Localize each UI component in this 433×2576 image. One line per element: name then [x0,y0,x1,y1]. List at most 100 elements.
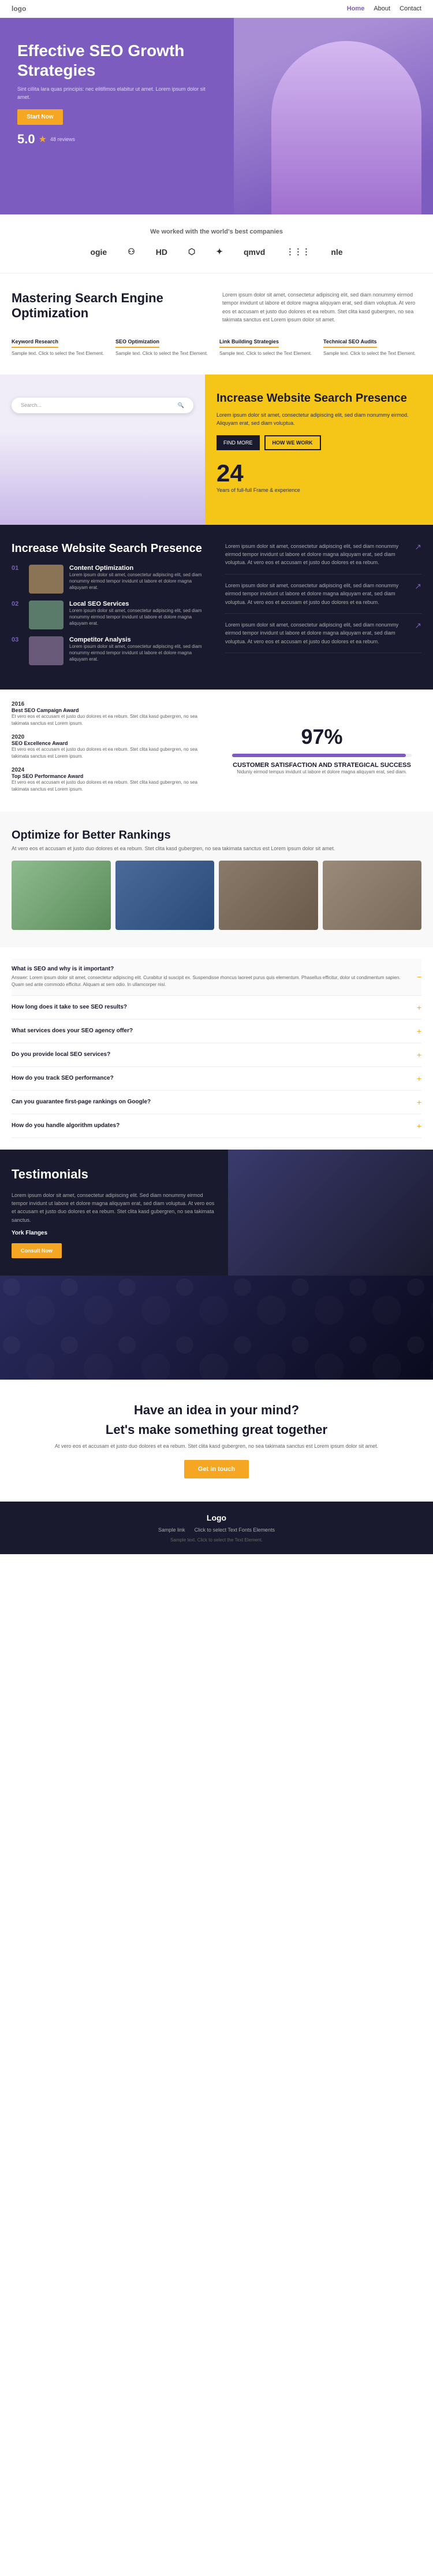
text-blocks: ↗ Lorem ipsum dolor sit amet, consectetu… [225,542,421,672]
hero-content: Effective SEO Growth Strategies Sint cil… [0,18,234,214]
optimize-gallery [12,861,421,930]
gallery-image-4 [323,861,422,930]
feature-desc: Sample text. Click to select the Text El… [219,350,318,357]
testimonials-bg-image [228,1150,433,1276]
increase-buttons: FIND MORE HOW WE WORK [216,435,421,450]
site-logo: logo [12,5,26,13]
faq-expand-icon-7: + [417,1121,421,1131]
testimonials-image [228,1150,433,1276]
cta-button[interactable]: Get in touch [184,1460,249,1478]
service-item-3: 03 Competitor Analysis Lorem ipsum dolor… [12,636,208,665]
service-num-1: 01 [12,565,23,572]
faq-item-5[interactable]: How do you track SEO performance? + [12,1067,421,1091]
faq-item-3[interactable]: What services does your SEO agency offer… [12,1020,421,1043]
satisfaction-bar [232,754,412,757]
satisfaction-label: CUSTOMER SATISFACTION AND STRATEGICAL SU… [233,762,411,769]
hero-section: Effective SEO Growth Strategies Sint cil… [0,18,433,214]
service-item-2: 02 Local SEO Services Lorem ipsum dolor … [12,601,208,629]
text-block-1: ↗ Lorem ipsum dolor sit amet, consectetu… [225,542,421,574]
partner-qmvd: qmvd [239,245,270,259]
faq-item-6[interactable]: Can you guarantee first-page rankings on… [12,1091,421,1114]
nav-home[interactable]: Home [347,5,365,12]
nav-about[interactable]: About [374,5,390,12]
partner-hd: HD [151,245,172,259]
partners-section: We worked with the world's best companie… [0,214,433,273]
feature-desc: Sample text. Click to select the Text El… [115,350,214,357]
site-footer: Logo Sample link Click to select Text Fo… [0,1502,433,1554]
text-block-content-2: Lorem ipsum dolor sit amet, consectetur … [225,581,421,606]
service-title-1: Content Optimization [69,565,208,572]
main-nav: Home About Contact [347,5,421,12]
how-we-work-button[interactable]: HOW WE WORK [264,435,321,450]
testimonial-text: Lorem ipsum dolor sit amet, consectetur … [12,1191,216,1225]
gallery-image-3 [219,861,318,930]
optimize-title: Optimize for Better Rankings [12,829,421,842]
satisfaction-stats: 97% CUSTOMER SATISFACTION AND STRATEGICA… [222,701,421,800]
service-desc-3: Lorem ipsum dolor sit amet, consectetur … [69,643,208,663]
faq-collapse-icon-1: − [417,972,421,981]
increase-yellow-content: Increase Website Search Presence Lorem i… [205,375,433,525]
faq-expand-icon-6: + [417,1098,421,1107]
mastering-section: Mastering Search Engine Optimization Lor… [0,273,433,375]
footer-copyright: Sample text. Click to select the Text El… [12,1537,421,1543]
feature-title: Keyword Research [12,339,58,348]
partner-ogie: ogie [85,245,111,259]
award-desc-3: Et vero eos et accusam et justo duo dolo… [12,779,211,793]
testimonials-title: Testimonials [12,1167,216,1182]
faq-question-7: How do you handle algorithm updates? [12,1122,120,1129]
service-image-2 [29,601,64,629]
mastering-title: Mastering Search Engine Optimization [12,291,211,321]
nav-contact[interactable]: Contact [400,5,421,12]
footer-link-1[interactable]: Sample link [158,1527,185,1533]
faq-item-1[interactable]: What is SEO and why is it important? Ans… [12,959,421,996]
award-2020: 2020 SEO Excellence Award Et vero eos et… [12,734,211,760]
arrow-icon-1: ↗ [415,542,421,552]
hero-person-silhouette [271,41,421,214]
service-desc-2: Lorem ipsum dolor sit amet, consectetur … [69,607,208,627]
faq-item-7[interactable]: How do you handle algorithm updates? + [12,1114,421,1138]
experience-label: Years of full-full Frame & experience [216,487,421,493]
hero-title: Effective SEO Growth Strategies [17,41,216,80]
service-image-3 [29,636,64,665]
service-image-1 [29,565,64,594]
search-demo-bar: Search... 🔍 [12,398,193,413]
award-year-2: 2020 [12,734,211,740]
awards-list: 2016 Best SEO Campaign Award Et vero eos… [12,701,211,800]
testimonial-cta-button[interactable]: Consult Now [12,1243,62,1258]
increase-dark-section: Increase Website Search Presence 01 Cont… [0,525,433,690]
footer-link-2[interactable]: Click to select Text Fonts Elements [195,1527,275,1533]
hero-cta-button[interactable]: Start Now [17,109,63,125]
service-text-3: Competitor Analysis Lorem ipsum dolor si… [69,636,208,663]
text-block-2: ↗ Lorem ipsum dolor sit amet, consectetu… [225,581,421,614]
experience-number: 24 [216,459,421,487]
award-year-1: 2016 [12,701,211,707]
feature-title: SEO Optimization [115,339,159,348]
gallery-image-1 [12,861,111,930]
cta-section: Have an idea in your mind? Let's make so… [0,1380,433,1501]
partner-link: ⚇ [123,244,140,259]
footer-links: Sample link Click to select Text Fonts E… [12,1527,421,1533]
mastering-inner: Mastering Search Engine Optimization Lor… [12,291,421,324]
testimonial-author: York Flanges [12,1230,216,1236]
faq-section: What is SEO and why is it important? Ans… [0,947,433,1150]
search-icon: 🔍 [178,402,184,409]
faq-item-4[interactable]: Do you provide local SEO services? + [12,1043,421,1067]
faq-item-2[interactable]: How long does it take to see SEO results… [12,996,421,1020]
find-more-button[interactable]: FIND MORE [216,435,260,450]
testimonials-content: Testimonials Lorem ipsum dolor sit amet,… [0,1150,228,1276]
optimize-description: At vero eos et accusam et justo duo dolo… [12,846,421,851]
partner-box: ⬡ [184,244,200,259]
service-desc-1: Lorem ipsum dolor sit amet, consectetur … [69,572,208,591]
faq-expand-icon-2: + [417,1003,421,1012]
award-2024: 2024 Top SEO Performance Award Et vero e… [12,767,211,793]
cta-title: Have an idea in your mind? [12,1403,421,1418]
feature-desc: Sample text. Click to select the Text El… [323,350,421,357]
faq-question-2: How long does it take to see SEO results… [12,1004,127,1010]
award-desc-2: Et vero eos et accusam et justo duo dolo… [12,746,211,760]
arrow-icon-3: ↗ [415,621,421,631]
feature-technical-seo: Technical SEO Audits Sample text. Click … [323,336,421,357]
feature-keyword-research: Keyword Research Sample text. Click to s… [12,336,110,357]
service-num-3: 03 [12,636,23,643]
partners-heading: We worked with the world's best companie… [12,228,421,235]
service-item-1: 01 Content Optimization Lorem ipsum dolo… [12,565,208,594]
